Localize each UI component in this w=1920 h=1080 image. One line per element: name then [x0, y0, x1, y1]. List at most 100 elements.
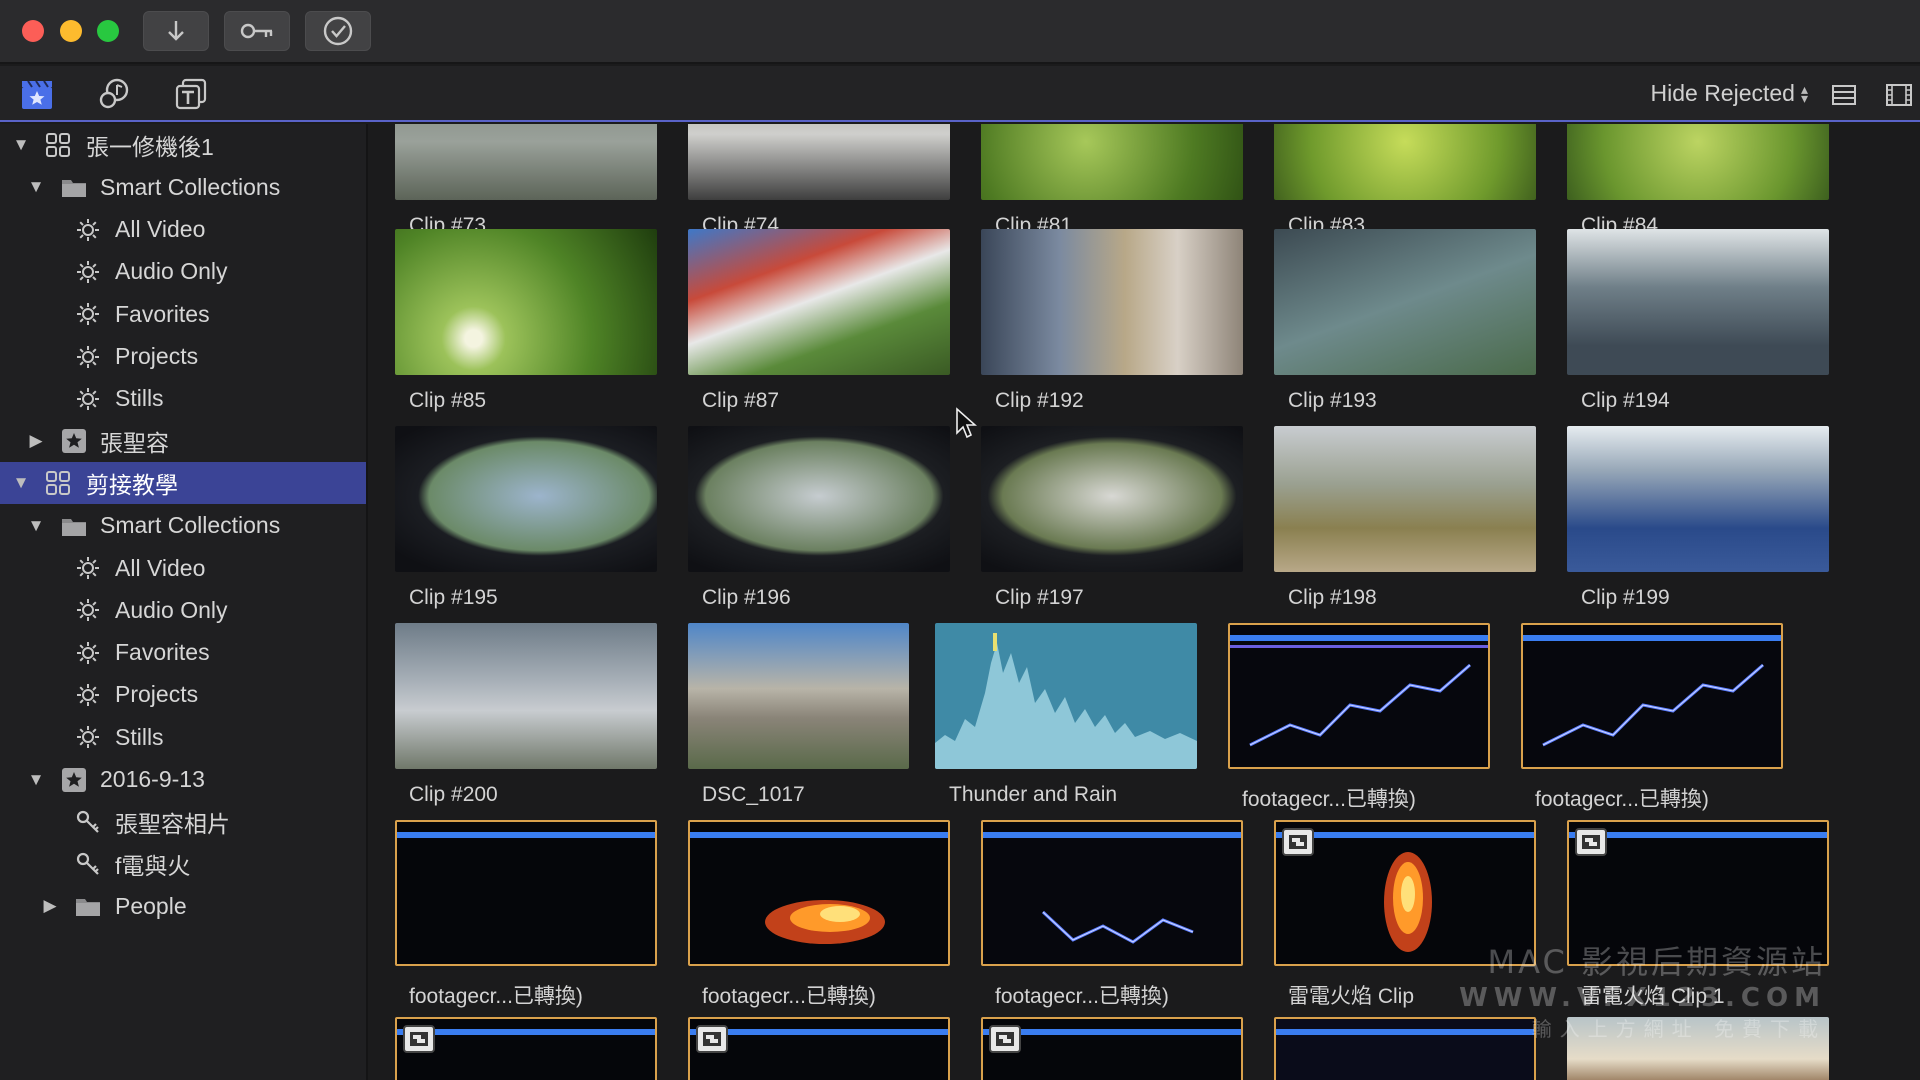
- clip-thumbnail[interactable]: [1274, 426, 1536, 572]
- clip-thumbnail[interactable]: [1567, 124, 1829, 200]
- clip-thumbnail[interactable]: [1228, 623, 1490, 769]
- clip-item[interactable]: Clip #84: [1567, 124, 1829, 244]
- clip-thumbnail[interactable]: [688, 623, 909, 769]
- clip-item[interactable]: Clip #83: [1274, 124, 1536, 244]
- clip-thumbnail[interactable]: [1274, 229, 1536, 375]
- compound-clip-icon: [1575, 828, 1607, 856]
- maximize-window-button[interactable]: [97, 20, 119, 42]
- smart-collections-folder[interactable]: ▼ Smart Collections: [0, 505, 366, 547]
- clip-thumbnail[interactable]: [688, 229, 950, 375]
- keyword-collection-item[interactable]: 張聖容相片: [0, 801, 366, 843]
- disclosure-open-icon[interactable]: ▼: [26, 177, 46, 197]
- sidebar-item-label: 2016-9-13: [100, 766, 205, 792]
- close-window-button[interactable]: [22, 20, 44, 42]
- sidebar-item-label: Audio Only: [115, 258, 228, 285]
- clip-item[interactable]: footagecr...已轉換): [688, 820, 950, 1010]
- clip-item[interactable]: DSC_1017: [688, 623, 909, 813]
- clip-name: Clip #200: [409, 783, 498, 806]
- smart-collection-item[interactable]: Audio Only: [0, 251, 366, 293]
- smart-collection-item[interactable]: Projects: [0, 336, 366, 378]
- sidebar-item-label: Projects: [115, 343, 199, 369]
- minimize-window-button[interactable]: [60, 20, 82, 42]
- clip-item[interactable]: footagecr...已轉換): [981, 820, 1243, 1010]
- libraries-button[interactable]: [18, 76, 56, 112]
- watermark-line-1: MAC 影視后期資源站: [1487, 943, 1826, 981]
- clip-thumbnail[interactable]: [688, 426, 950, 572]
- smart-collection-item[interactable]: All Video: [0, 209, 366, 251]
- clip-item[interactable]: footagecr...已轉換): [1228, 623, 1490, 813]
- clip-thumbnail[interactable]: [395, 820, 657, 966]
- clip-item[interactable]: Clip #193: [1274, 229, 1536, 419]
- clip-item[interactable]: Clip #73: [395, 124, 657, 244]
- clip-thumbnail[interactable]: [688, 1017, 950, 1080]
- smart-collection-item[interactable]: Stills: [0, 378, 366, 420]
- audio-waveform-thumbnail[interactable]: [935, 623, 1197, 769]
- disclosure-closed-icon[interactable]: ▶: [26, 431, 46, 451]
- clip-item[interactable]: Clip #192: [981, 229, 1243, 419]
- clip-item[interactable]: footagecr...已轉換): [395, 820, 657, 1010]
- clip-filter-popup[interactable]: Hide Rejected ▴ ▾: [1651, 80, 1809, 107]
- clip-name: Clip #195: [409, 586, 498, 609]
- clip-thumbnail[interactable]: [1521, 623, 1783, 769]
- disclosure-closed-icon[interactable]: ▶: [40, 896, 60, 916]
- clip-item[interactable]: Clip #199: [1567, 426, 1829, 616]
- clip-thumbnail[interactable]: [688, 124, 950, 200]
- clip-item[interactable]: Clip #74: [688, 124, 950, 244]
- disclosure-open-icon[interactable]: ▼: [26, 516, 46, 536]
- clip-item[interactable]: Thunder and Rain: [935, 623, 1197, 813]
- smart-collection-item[interactable]: All Video: [0, 547, 366, 589]
- smart-collection-item[interactable]: Favorites: [0, 293, 366, 335]
- clip-thumbnail[interactable]: [981, 124, 1243, 200]
- clip-item[interactable]: Clip #198: [1274, 426, 1536, 616]
- clip-item[interactable]: Clip #197: [981, 426, 1243, 616]
- clip-thumbnail[interactable]: [688, 820, 950, 966]
- background-tasks-button[interactable]: [305, 11, 371, 51]
- event-row[interactable]: ▼ 2016-9-13: [0, 759, 366, 801]
- clip-name: Clip #192: [995, 389, 1084, 412]
- keyword-collection-item[interactable]: f電與火: [0, 843, 366, 885]
- clip-item[interactable]: Clip #194: [1567, 229, 1829, 419]
- import-button[interactable]: [143, 11, 209, 51]
- disclosure-open-icon[interactable]: ▼: [11, 473, 31, 493]
- clip-thumbnail[interactable]: [1274, 124, 1536, 200]
- keyword-editor-button[interactable]: [224, 11, 290, 51]
- clip-thumbnail[interactable]: [395, 1017, 657, 1080]
- clip-thumbnail[interactable]: [981, 820, 1243, 966]
- smart-collection-item[interactable]: Stills: [0, 716, 366, 758]
- disclosure-open-icon[interactable]: ▼: [26, 770, 46, 790]
- smart-collections-folder[interactable]: ▼ Smart Collections: [0, 166, 366, 208]
- titles-generators-button[interactable]: [172, 76, 210, 112]
- event-star-icon: [60, 766, 88, 794]
- clip-item[interactable]: Clip #85: [395, 229, 657, 419]
- clip-thumbnail[interactable]: [981, 1017, 1243, 1080]
- clip-thumbnail[interactable]: [395, 426, 657, 572]
- photos-audio-button[interactable]: [96, 76, 134, 112]
- sidebar-item-label: 張一修機後1: [86, 134, 214, 160]
- library-row[interactable]: ▼ 張一修機後1: [0, 124, 366, 166]
- clip-thumbnail[interactable]: [1567, 426, 1829, 572]
- clip-item[interactable]: Clip #196: [688, 426, 950, 616]
- sidebar-item-label: People: [115, 892, 187, 919]
- list-view-icon[interactable]: [1829, 82, 1859, 108]
- clip-item[interactable]: Clip #81: [981, 124, 1243, 244]
- clip-item[interactable]: Clip #195: [395, 426, 657, 616]
- clip-thumbnail[interactable]: [395, 124, 657, 200]
- smart-collection-item[interactable]: Projects: [0, 674, 366, 716]
- clip-item[interactable]: Clip #200: [395, 623, 657, 813]
- clip-name: Clip #199: [1581, 586, 1670, 609]
- people-folder[interactable]: ▶ People: [0, 885, 366, 927]
- smart-collection-item[interactable]: Audio Only: [0, 589, 366, 631]
- filmstrip-view-icon[interactable]: [1884, 82, 1914, 108]
- clip-item[interactable]: Clip #87: [688, 229, 950, 419]
- library-row[interactable]: ▼ 剪接教學: [0, 462, 366, 505]
- disclosure-open-icon[interactable]: ▼: [11, 135, 31, 155]
- event-row[interactable]: ▶ 張聖容: [0, 420, 366, 462]
- clip-thumbnail[interactable]: [395, 623, 657, 769]
- smart-collection-item[interactable]: Favorites: [0, 632, 366, 674]
- clip-thumbnail[interactable]: [1567, 229, 1829, 375]
- updown-chevron-icon: ▴ ▾: [1800, 80, 1808, 106]
- clip-thumbnail[interactable]: [981, 229, 1243, 375]
- clip-item[interactable]: footagecr...已轉換): [1521, 623, 1783, 813]
- clip-thumbnail[interactable]: [395, 229, 657, 375]
- clip-thumbnail[interactable]: [981, 426, 1243, 572]
